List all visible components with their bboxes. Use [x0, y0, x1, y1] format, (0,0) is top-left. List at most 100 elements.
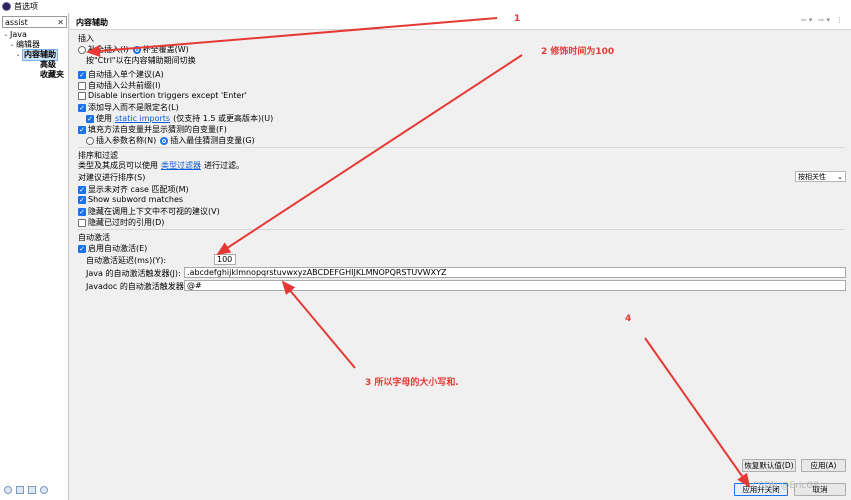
chevron-down-icon: ⌄	[837, 172, 843, 181]
type-filter-link[interactable]: 类型过滤器	[161, 160, 201, 171]
delay-label: 自动激活延迟(ms)(Y):	[86, 256, 167, 265]
complete-insert-radio[interactable]	[78, 45, 86, 54]
forward-icon[interactable]: ⇨ ▾	[818, 16, 830, 24]
checkbox-checked-icon[interactable]: ✓	[86, 114, 94, 123]
java-triggers-input[interactable]: .abcdefghijklmnopqrstuvwxyzABCDEFGHIJKLM…	[184, 267, 846, 278]
type-filter-row: 类型及其成员可以使用 类型过滤器 进行过滤。	[78, 160, 244, 171]
show-subword-label: Show subword matches	[88, 195, 184, 204]
complete-insert-label: 补全插入(I)	[88, 45, 129, 54]
complete-overwrite-radio[interactable]	[132, 45, 141, 54]
filter-input[interactable]: assist ✕	[2, 16, 67, 28]
checkbox-icon[interactable]	[78, 218, 86, 227]
guess-mode-row: 插入参数名称(N) 插入最佳猜测自变量(G)	[86, 135, 255, 146]
import-icon[interactable]	[16, 486, 24, 494]
tree-item-content-assist[interactable]: ⌄ 内容辅助	[2, 49, 69, 61]
insert-param-names-label: 插入参数名称(N)	[96, 136, 157, 145]
javadoc-triggers-value: @#	[187, 281, 202, 290]
auto-insert-single-label: 自动插入单个建议(A)	[88, 70, 164, 79]
collapse-icon[interactable]: ⌄	[8, 40, 16, 50]
complete-overwrite-label: 补全覆盖(W)	[142, 45, 189, 54]
checkbox-checked-icon[interactable]: ✓	[78, 244, 86, 253]
collapse-icon[interactable]: ⌄	[14, 50, 22, 60]
checkbox-checked-icon[interactable]: ✓	[78, 195, 86, 204]
auto-activation-heading: 自动激活	[78, 233, 110, 242]
window-titlebar: 首选项	[0, 0, 851, 13]
fill-args-label: 填充方法自变量并显示猜测的自变量(F)	[88, 125, 227, 134]
javadoc-triggers-label: Javadoc 的自动激活触发器(O):	[86, 282, 200, 291]
disable-insertion-label: Disable insertion triggers except 'Enter…	[88, 91, 247, 100]
page-title: 内容辅助	[76, 18, 108, 27]
java-triggers-label: Java 的自动激活触发器(J):	[86, 269, 181, 278]
checkbox-checked-icon[interactable]: ✓	[78, 207, 86, 216]
insert-param-names-radio[interactable]	[86, 136, 94, 145]
enable-auto-activation-row[interactable]: ✓ 启用自动激活(E)	[78, 243, 147, 254]
clear-filter-icon[interactable]: ✕	[57, 18, 64, 27]
disable-insertion-row[interactable]: Disable insertion triggers except 'Enter…	[78, 91, 247, 100]
enable-auto-activation-label: 启用自动激活(E)	[88, 244, 148, 253]
tree-item-favorites[interactable]: 收藏夹	[2, 70, 69, 80]
hide-deprecated-label: 隐藏已过时的引用(D)	[88, 218, 165, 227]
auto-insert-prefix-row[interactable]: 自动插入公共前缀(I)	[78, 80, 161, 91]
fill-args-row[interactable]: ✓ 填充方法自变量并显示猜测的自变量(F)	[78, 124, 227, 135]
restore-defaults-label: 恢复默认值(D)	[744, 461, 794, 470]
show-camel-row[interactable]: ✓ 显示未对齐 case 匹配项(M)	[78, 184, 189, 195]
show-subword-row[interactable]: ✓ Show subword matches	[78, 195, 183, 204]
static-imports-link[interactable]: static imports	[115, 114, 170, 123]
hide-not-visible-row[interactable]: ✓ 隐藏在调用上下文中不可视的建议(V)	[78, 206, 220, 217]
collapse-icon[interactable]: ⌄	[2, 30, 10, 40]
insert-best-guess-label: 插入最佳猜测自变量(G)	[170, 136, 255, 145]
help-icon[interactable]	[4, 486, 12, 494]
checkbox-checked-icon[interactable]: ✓	[78, 70, 86, 79]
tree-item-label: 高级	[40, 60, 56, 69]
hide-deprecated-row[interactable]: 隐藏已过时的引用(D)	[78, 217, 164, 228]
type-filter-suffix: 进行过滤。	[204, 161, 244, 170]
checkbox-icon[interactable]	[78, 91, 86, 100]
apply-button[interactable]: 应用(A)	[801, 459, 846, 472]
checkbox-icon[interactable]	[78, 81, 86, 90]
annotation-label-2: 2 修饰时间为100	[541, 47, 615, 57]
checkbox-checked-icon[interactable]: ✓	[78, 103, 86, 112]
preferences-tree: ⌄ Java ⌄ 编辑器 ⌄ 内容辅助 高级 收藏夹	[2, 30, 69, 80]
sort-label: 对建议进行排序(S)	[78, 173, 146, 182]
export-icon[interactable]	[28, 486, 36, 494]
divider	[78, 229, 845, 230]
use-label: 使用	[96, 114, 112, 123]
static-imports-row[interactable]: ✓ 使用 static imports (仅支持 1.5 或更高版本)(U)	[86, 113, 273, 124]
show-camel-label: 显示未对齐 case 匹配项(M)	[88, 185, 189, 194]
preference-page: 内容辅助 ⇦ ▾ ⇨ ▾ ⋮ 插入 补全插入(I) 补全覆盖(W) 按"Ctrl…	[70, 13, 851, 500]
insert-best-guess-radio[interactable]	[160, 136, 169, 145]
divider	[78, 147, 845, 148]
back-icon[interactable]: ⇦ ▾	[801, 16, 813, 24]
auto-insert-single-row[interactable]: ✓ 自动插入单个建议(A)	[78, 69, 164, 80]
tree-item-java[interactable]: ⌄ Java	[2, 30, 69, 40]
window-title: 首选项	[14, 2, 38, 11]
sidebar-bottom-icons	[4, 486, 48, 494]
preferences-sidebar: assist ✕ ⌄ Java ⌄ 编辑器 ⌄ 内容辅助 高级 收藏夹	[0, 13, 69, 500]
oomph-icon[interactable]	[40, 486, 48, 494]
checkbox-checked-icon[interactable]: ✓	[78, 185, 86, 194]
static-imports-note: (仅支持 1.5 或更高版本)(U)	[173, 114, 274, 123]
delay-input[interactable]: 100	[214, 254, 236, 265]
eclipse-icon	[2, 2, 11, 11]
menu-icon[interactable]: ⋮	[836, 16, 843, 24]
delay-input-value: 100	[217, 255, 233, 264]
annotation-label-1: 1	[514, 14, 521, 24]
restore-defaults-button[interactable]: 恢复默认值(D)	[742, 459, 796, 472]
tree-item-advanced[interactable]: 高级	[2, 60, 69, 70]
type-filter-prefix: 类型及其成员可以使用	[78, 161, 158, 170]
add-import-row[interactable]: ✓ 添加导入而不是限定名(L)	[78, 102, 179, 113]
annotation-label-4: 4	[625, 314, 632, 324]
insert-heading: 插入	[78, 34, 94, 43]
watermark: CSDN @EricGP	[752, 481, 819, 491]
ctrl-hint: 按"Ctrl"以在内容辅助期间切换	[86, 56, 196, 65]
page-nav-tools: ⇦ ▾ ⇨ ▾ ⋮	[801, 16, 843, 24]
sort-select-value: 按相关性	[798, 172, 826, 181]
checkbox-checked-icon[interactable]: ✓	[78, 125, 86, 134]
annotation-label-3: 3 所以字母的大小写和.	[365, 378, 459, 388]
tree-item-label: 收藏夹	[40, 70, 64, 79]
page-header: 内容辅助 ⇦ ▾ ⇨ ▾ ⋮	[70, 13, 851, 30]
sort-select[interactable]: 按相关性 ⌄	[795, 171, 846, 182]
java-triggers-value: .abcdefghijklmnopqrstuvwxyzABCDEFGHIJKLM…	[187, 268, 447, 277]
javadoc-triggers-input[interactable]: @#	[184, 280, 846, 291]
add-import-label: 添加导入而不是限定名(L)	[88, 103, 179, 112]
